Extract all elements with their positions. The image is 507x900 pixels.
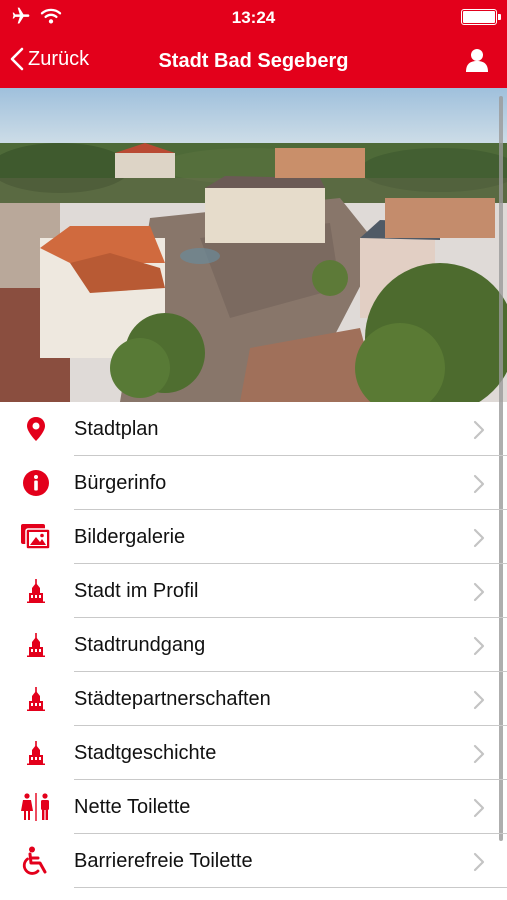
hero-image bbox=[0, 88, 507, 402]
town-hall-icon bbox=[20, 631, 52, 659]
wheelchair-icon bbox=[20, 846, 52, 875]
chevron-right-icon bbox=[473, 420, 485, 440]
list-item-label: Stadtrundgang bbox=[74, 634, 206, 656]
town-hall-icon bbox=[20, 685, 52, 713]
status-bar: 13:24 bbox=[0, 0, 507, 34]
list-item-label: Nette Toilette bbox=[74, 796, 191, 818]
list-item-label: Bürgerinfo bbox=[74, 472, 167, 494]
map-pin-icon bbox=[20, 415, 52, 443]
list-item-buergerinfo[interactable]: Bürgerinfo bbox=[0, 456, 507, 510]
chevron-right-icon bbox=[473, 852, 485, 872]
divider bbox=[74, 887, 507, 888]
list-item-stadtplan[interactable]: Stadtplan bbox=[0, 402, 507, 456]
list-item-staedtepartnerschaften[interactable]: Städtepartnerschaften bbox=[0, 672, 507, 726]
town-aerial-photo bbox=[0, 88, 507, 402]
list-item-label: Stadtgeschichte bbox=[74, 742, 217, 764]
list-item-nette-toilette[interactable]: Nette Toilette bbox=[0, 780, 507, 834]
chevron-right-icon bbox=[473, 474, 485, 494]
town-hall-icon bbox=[20, 577, 52, 605]
chevron-right-icon bbox=[473, 582, 485, 602]
user-icon[interactable] bbox=[465, 47, 489, 73]
toilet-icon bbox=[20, 793, 52, 821]
gallery-icon bbox=[20, 523, 52, 551]
status-time: 13:24 bbox=[231, 8, 276, 27]
chevron-right-icon bbox=[473, 636, 485, 656]
back-button[interactable]: Zurück bbox=[10, 47, 89, 71]
chevron-right-icon bbox=[473, 798, 485, 818]
list-item-label: Stadt im Profil bbox=[74, 580, 199, 602]
chevron-right-icon bbox=[473, 690, 485, 710]
chevron-left-icon bbox=[10, 47, 24, 71]
navigation-bar: Zurück Stadt Bad Segeberg bbox=[0, 34, 507, 88]
chevron-right-icon bbox=[473, 744, 485, 764]
chevron-right-icon bbox=[473, 528, 485, 548]
list-item-label: Stadtplan bbox=[74, 418, 159, 440]
list-item-barrierefreie-toilette[interactable]: Barrierefreie Toilette bbox=[0, 834, 507, 888]
info-icon bbox=[20, 469, 52, 497]
back-label: Zurück bbox=[28, 47, 90, 70]
list-item-stadtgeschichte[interactable]: Stadtgeschichte bbox=[0, 726, 507, 780]
list-item-stadtrundgang[interactable]: Stadtrundgang bbox=[0, 618, 507, 672]
header: 13:24 Zurück Stadt Bad Segeberg bbox=[0, 0, 507, 88]
menu-list: Stadtplan Bürgerinfo Bildergalerie Stadt… bbox=[0, 402, 507, 888]
list-item-stadt-im-profil[interactable]: Stadt im Profil bbox=[0, 564, 507, 618]
list-item-label: Barrierefreie Toilette bbox=[74, 850, 253, 872]
list-item-bildergalerie[interactable]: Bildergalerie bbox=[0, 510, 507, 564]
town-hall-icon bbox=[20, 739, 52, 767]
list-item-label: Städtepartnerschaften bbox=[74, 688, 271, 710]
list-item-label: Bildergalerie bbox=[74, 526, 186, 548]
battery-icon bbox=[461, 9, 501, 25]
